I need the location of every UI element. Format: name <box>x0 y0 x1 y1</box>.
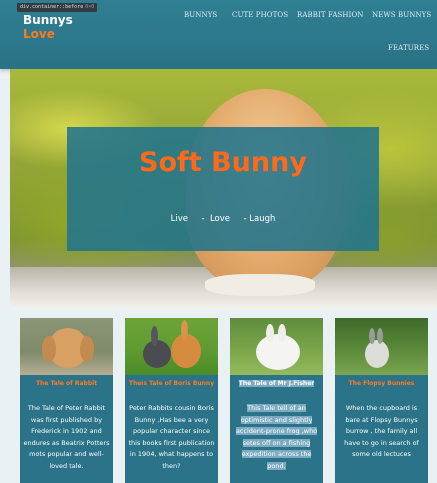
card-description: Peter Rabbits cousin Boris Bunny ,Has be… <box>128 404 215 470</box>
nav-link-news-bunnys[interactable]: NEWS BUNNYS <box>372 11 431 20</box>
brand-line-1: Bunnys <box>23 13 73 27</box>
story-card-4[interactable]: The Flopsy Bunnies When the cupboard is … <box>335 318 428 483</box>
card-image-flopsy-bunny <box>335 318 428 375</box>
brand-logo[interactable]: Bunnys Love <box>23 13 73 41</box>
nav-link-bunnys[interactable]: BUNNYS <box>184 11 217 20</box>
brand-line-2: Love <box>23 27 55 41</box>
devtools-size: 0×0 <box>85 4 95 10</box>
devtools-element-tooltip: div.container::before 0×0 <box>17 3 98 12</box>
story-card-1[interactable]: The Tale of Rabbit The Tale of Peter Rab… <box>20 318 113 483</box>
story-card-3[interactable]: The Tale of Mr J.Fisher This Tale tell o… <box>230 318 323 483</box>
card-description: When the cupboard is bare at Flopsy Bunn… <box>344 404 419 458</box>
nav-link-rabbit-fashion[interactable]: RABBIT FASHION <box>297 11 364 20</box>
hero-title: Soft Bunny <box>139 147 307 178</box>
card-title: The Tale of Rabbit <box>35 380 98 387</box>
hero-banner: Soft Bunny Live - Love - Laugh <box>10 69 437 309</box>
hero-overlay-card: Soft Bunny Live - Love - Laugh <box>67 127 379 251</box>
card-image-white-bunny <box>230 318 323 375</box>
devtools-selector: div.container::before <box>20 4 84 10</box>
nav-link-cute-photos[interactable]: CUTE PHOTOS <box>232 11 288 20</box>
card-title: Theis Tale of Boris Bunny <box>128 380 215 387</box>
card-title-text: The Tale of Mr J.Fisher <box>238 380 315 387</box>
card-description-text: This Tale tell of an optimistic and slig… <box>235 404 318 470</box>
site-header: div.container::before 0×0 Bunnys Love BUN… <box>0 0 437 69</box>
card-title: The Flopsy Bunnies <box>348 380 415 387</box>
nav-link-features[interactable]: FEATURES <box>388 44 429 53</box>
card-title: The Tale of Mr J.Fisher <box>233 380 320 388</box>
hero-tagline: Live - Love - Laugh <box>170 214 276 224</box>
hero-bunny-feet <box>205 274 315 296</box>
card-image-lop-rabbit <box>20 318 113 375</box>
card-image-two-bunnies <box>125 318 218 375</box>
story-card-2[interactable]: Theis Tale of Boris Bunny Peter Rabbits … <box>125 318 218 483</box>
card-description: The Tale of Peter Rabbit was first publi… <box>23 404 110 470</box>
card-description: This Tale tell of an optimistic and slig… <box>233 403 320 472</box>
